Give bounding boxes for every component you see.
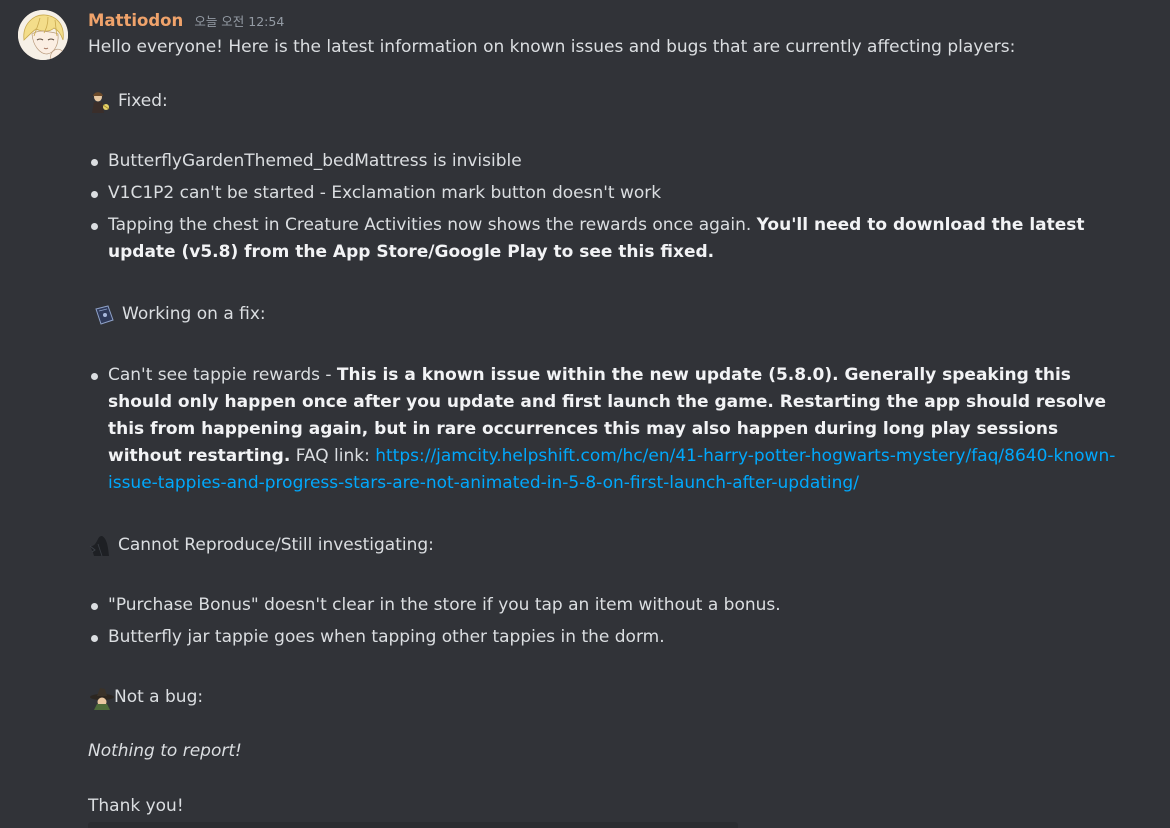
- fixed-list: ButterflyGardenThemed_bedMattress is inv…: [88, 148, 1128, 266]
- section-title-investigating: Cannot Reproduce/Still investigating:: [118, 535, 434, 555]
- dementor-emoji-icon: [88, 534, 112, 558]
- section-heading-working: Working on a fix:: [92, 301, 266, 328]
- chat-message: Mattiodon 오늘 오전 12:54 Hello everyone! He…: [0, 0, 1170, 828]
- timestamp: 오늘 오전 12:54: [194, 14, 285, 29]
- closing-text: Thank you!: [88, 796, 184, 816]
- username[interactable]: Mattiodon: [88, 11, 183, 30]
- list-item: V1C1P2 can't be started - Exclamation ma…: [88, 180, 1128, 207]
- list-item: "Purchase Bonus" doesn't clear in the st…: [88, 592, 1128, 619]
- witch-hat-emoji-icon: [88, 686, 114, 710]
- next-message-divider: [88, 822, 738, 828]
- intro-text: Hello everyone! Here is the latest infor…: [88, 37, 1016, 57]
- section-heading-notbug: Not a bug:: [88, 684, 203, 711]
- list-item: Tapping the chest in Creature Activities…: [88, 212, 1128, 266]
- notbug-body: Nothing to report!: [88, 741, 242, 761]
- section-heading-investigating: Cannot Reproduce/Still investigating:: [88, 532, 434, 559]
- avatar[interactable]: [18, 10, 68, 60]
- list-item: Butterfly jar tappie goes when tapping o…: [88, 624, 1128, 651]
- message-header: Mattiodon 오늘 오전 12:54: [88, 10, 284, 32]
- section-heading-fixed: Fixed:: [88, 88, 168, 115]
- working-list: Can't see tappie rewards - This is a kno…: [88, 362, 1128, 497]
- avatar-image-icon: [18, 10, 68, 60]
- section-title-fixed: Fixed:: [118, 91, 168, 111]
- list-item: Can't see tappie rewards - This is a kno…: [88, 362, 1128, 497]
- wizard-emoji-icon: [88, 90, 112, 114]
- list-item: ButterflyGardenThemed_bedMattress is inv…: [88, 148, 1128, 175]
- section-title-working: Working on a fix:: [122, 304, 266, 324]
- section-title-notbug: Not a bug:: [114, 687, 204, 707]
- investigating-list: "Purchase Bonus" doesn't clear in the st…: [88, 592, 1128, 651]
- spellbook-emoji-icon: [92, 303, 116, 327]
